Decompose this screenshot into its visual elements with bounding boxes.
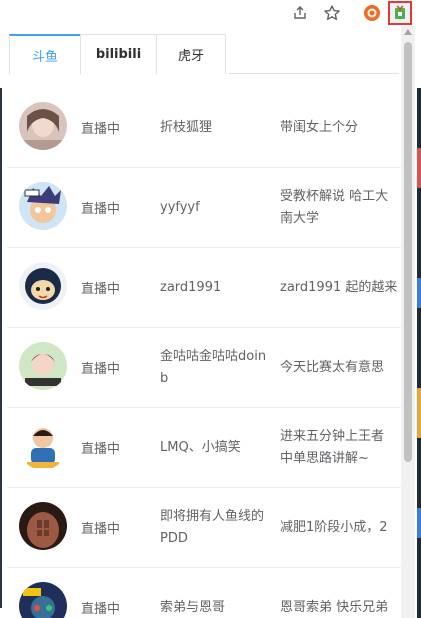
streamer-list: 直播中 折枝狐狸 带闺女上个分 直播中 yyfyyf 受教杯解说 哈工大 南大学… xyxy=(7,88,402,618)
stream-title: 减肥1阶段小成，2 xyxy=(280,519,388,535)
live-status: 直播中 xyxy=(81,442,121,457)
tab-bilibili[interactable]: bilibili xyxy=(80,34,157,74)
streamer-name: LMQ、小搞笑 xyxy=(160,439,241,455)
extension-orange-icon[interactable] xyxy=(361,2,383,24)
tab-douyu[interactable]: 斗鱼 xyxy=(9,34,81,74)
stream-title: 受教杯解说 哈工大 南大学 xyxy=(280,188,389,226)
avatar[interactable] xyxy=(19,502,67,550)
list-item[interactable]: 直播中 折枝狐狸 带闺女上个分 xyxy=(7,88,402,168)
streamer-name: 索弟与恩哥 xyxy=(160,599,226,615)
live-status: 直播中 xyxy=(81,282,121,297)
live-status: 直播中 xyxy=(81,362,121,377)
stream-title: 恩哥索弟 快乐兄弟 xyxy=(280,599,389,615)
live-status: 直播中 xyxy=(81,522,121,537)
live-status: 直播中 xyxy=(81,202,121,217)
list-item[interactable]: 直播中 LMQ、小搞笑 进来五分钟上王者 中单思路讲解~ xyxy=(7,408,402,488)
stream-title: zard1991 起的越来 xyxy=(280,279,398,295)
list-item[interactable]: 直播中 yyfyyf 受教杯解说 哈工大 南大学 xyxy=(7,168,402,248)
streamer-name: 即将拥有人鱼线的PDD xyxy=(160,508,265,546)
avatar[interactable] xyxy=(19,262,67,310)
scrollbar-thumb[interactable] xyxy=(404,42,412,462)
stream-title: 今天比赛太有意思 xyxy=(280,359,385,375)
live-status: 直播中 xyxy=(81,122,121,137)
live-status: 直播中 xyxy=(81,602,121,617)
streamer-name: 金咕咕金咕咕doinb xyxy=(160,348,267,386)
stream-title: 带闺女上个分 xyxy=(280,119,359,135)
browser-toolbar xyxy=(0,0,421,26)
background-page-edge-right xyxy=(417,88,421,618)
list-item[interactable]: 直播中 金咕咕金咕咕doinb 今天比赛太有意思 xyxy=(7,328,402,408)
avatar[interactable] xyxy=(19,102,67,150)
streamer-name: zard1991 xyxy=(160,279,222,295)
tabs-divider xyxy=(229,73,399,74)
platform-tabs: 斗鱼 bilibili 虎牙 xyxy=(9,34,226,74)
avatar[interactable] xyxy=(19,582,67,618)
avatar[interactable] xyxy=(19,422,67,470)
list-item[interactable]: 直播中 zard1991 zard1991 起的越来 xyxy=(7,248,402,328)
streamer-name: yyfyyf xyxy=(160,199,200,215)
extension-popup: 斗鱼 bilibili 虎牙 直播中 折枝狐狸 带闺女上个分 直播中 yyfyy… xyxy=(2,26,417,618)
stream-title: 进来五分钟上王者 中单思路讲解~ xyxy=(280,428,385,466)
list-item[interactable]: 直播中 即将拥有人鱼线的PDD 减肥1阶段小成，2 xyxy=(7,488,402,568)
list-item[interactable]: 直播中 索弟与恩哥 恩哥索弟 快乐兄弟 xyxy=(7,568,402,618)
scroll-up-arrow-icon[interactable] xyxy=(404,29,412,35)
streamer-name: 折枝狐狸 xyxy=(160,119,213,135)
tab-huya[interactable]: 虎牙 xyxy=(156,34,226,74)
share-icon[interactable] xyxy=(289,2,311,24)
live-extension-icon[interactable] xyxy=(388,1,412,25)
bookmark-star-icon[interactable] xyxy=(321,2,343,24)
avatar[interactable] xyxy=(19,182,67,230)
avatar[interactable] xyxy=(19,342,67,390)
